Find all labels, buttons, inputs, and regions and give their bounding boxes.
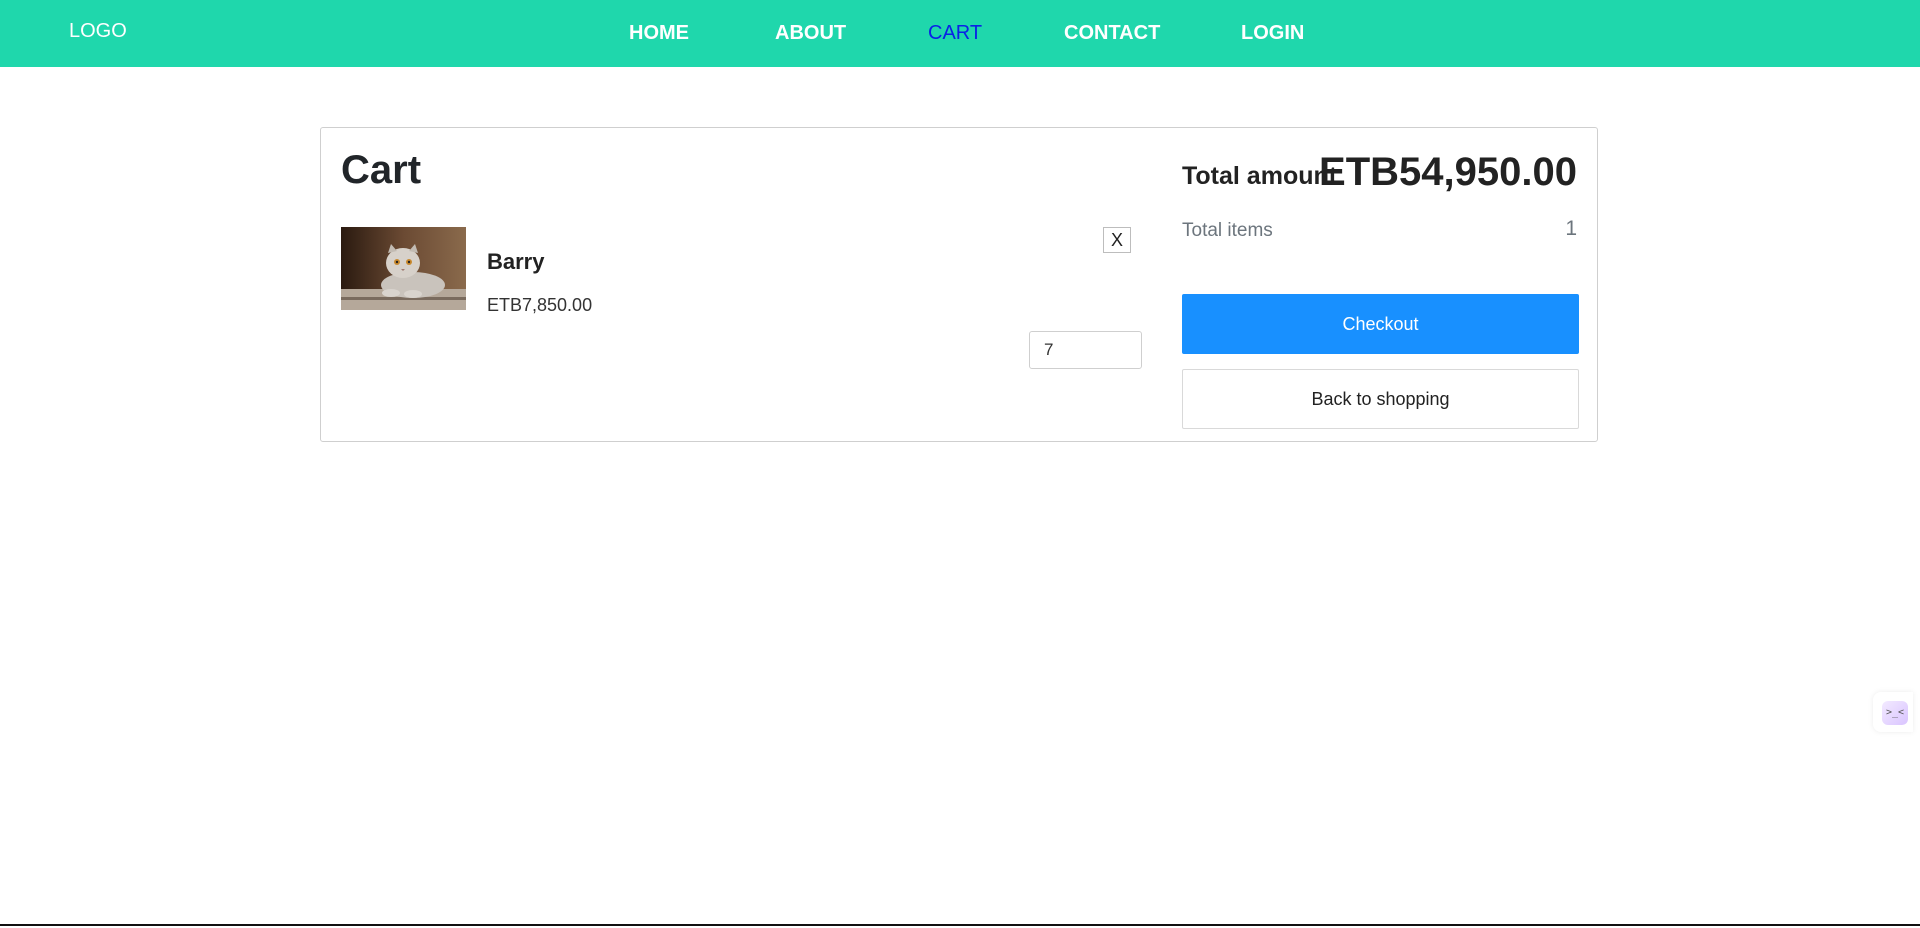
total-amount-label: Total amount [1182,162,1338,190]
top-navbar: LOGO HOME ABOUT CART CONTACT LOGIN [0,0,1920,67]
nav-cart[interactable]: CART [928,22,982,45]
product-image [341,227,466,310]
total-items-value: 1 [1565,217,1577,240]
nav-login[interactable]: LOGIN [1241,22,1304,45]
nav-about[interactable]: ABOUT [775,22,846,45]
total-amount-value: ETB54,950.00 [1319,150,1577,194]
assistant-face-icon: >_< [1882,701,1908,725]
product-price: ETB7,850.00 [487,295,593,315]
cat-photo-icon [341,227,466,310]
remove-item-button[interactable]: X [1103,227,1131,253]
page-bottom-divider [0,924,1920,926]
quantity-input[interactable] [1029,331,1142,369]
total-items-label: Total items [1182,220,1273,241]
product-name: Barry [487,249,545,274]
logo[interactable]: LOGO [69,20,127,43]
assistant-widget[interactable]: >_< [1873,692,1913,732]
page-title: Cart [341,148,422,192]
nav-contact[interactable]: CONTACT [1064,22,1160,45]
checkout-button[interactable]: Checkout [1182,294,1579,354]
nav-home[interactable]: HOME [629,22,689,45]
cart-card: Cart Barry ETB7,850.00 X 7 Total amount … [320,127,1598,442]
back-to-shopping-button[interactable]: Back to shopping [1182,369,1579,429]
